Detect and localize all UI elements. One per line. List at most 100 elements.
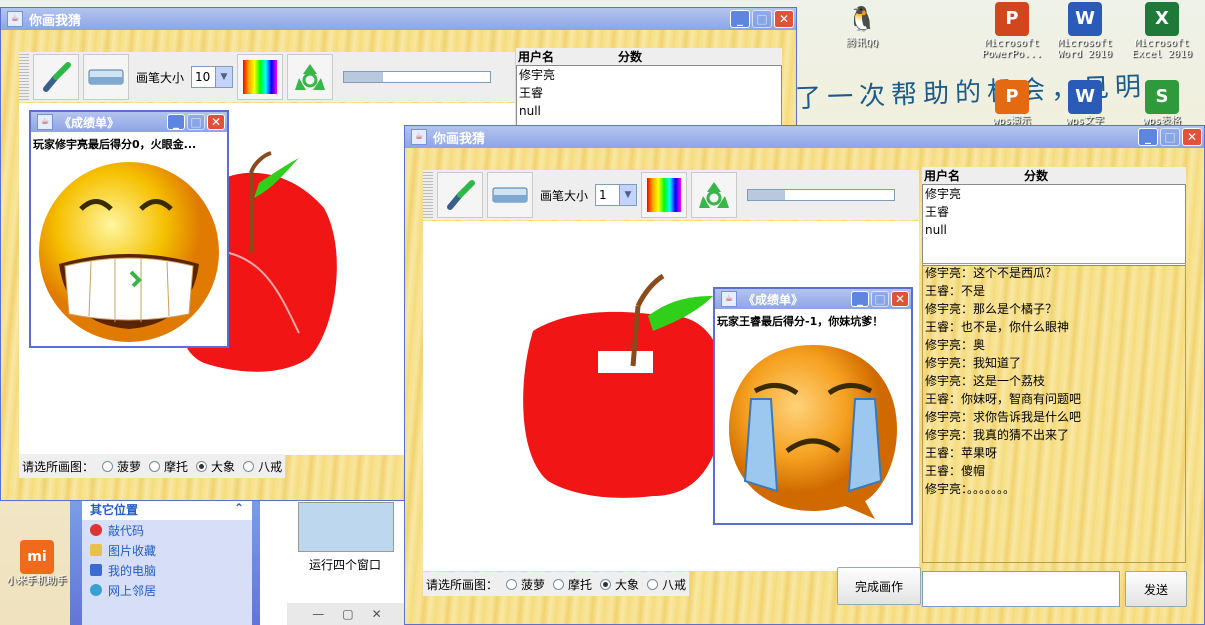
file-label[interactable]: 运行四个窗口 xyxy=(285,556,405,573)
radio-button[interactable] xyxy=(149,460,161,472)
radio-option-motorcycle[interactable]: 摩托 xyxy=(149,458,188,475)
radio-button-selected[interactable] xyxy=(196,460,208,472)
desktop-icon-wps-spreadsheet[interactable]: S wps表格 xyxy=(1127,80,1197,127)
clear-canvas-button[interactable] xyxy=(691,172,738,218)
toolbar-grip[interactable] xyxy=(423,172,433,218)
finish-drawing-button[interactable]: 完成画作 xyxy=(837,567,921,605)
user-list[interactable]: 修宇亮 王睿 null xyxy=(516,65,782,131)
chat-message: 修宇亮：那么是个橘子？ xyxy=(925,302,1058,316)
recycle-icon xyxy=(699,182,730,208)
maximize-button[interactable]: □ xyxy=(187,114,205,130)
maximize-button[interactable]: □ xyxy=(752,10,772,28)
eraser-tool-button[interactable] xyxy=(83,54,129,100)
place-item[interactable]: 图片收藏 xyxy=(82,540,252,560)
list-item[interactable]: 王睿 xyxy=(517,84,781,102)
chevron-down-icon[interactable]: ▼ xyxy=(215,67,233,87)
desktop-icon-powerpoint[interactable]: P Microsoft PowerPo... xyxy=(977,2,1047,60)
background-window-controls: — ▢ ✕ xyxy=(287,603,407,625)
desktop-icon-excel[interactable]: X Microsoft Excel 2010 xyxy=(1127,2,1197,60)
user-list[interactable]: 修宇亮 王睿 null xyxy=(922,184,1186,266)
desktop-icon-label: Microsoft PowerPo... xyxy=(981,38,1043,60)
chat-message: 王睿：苹果呀 xyxy=(925,446,998,460)
collapse-icon[interactable]: ⌃ xyxy=(234,501,244,517)
radio-button[interactable] xyxy=(506,578,518,590)
computer-icon xyxy=(90,564,102,576)
brush-tool-button[interactable] xyxy=(33,54,79,100)
close-button[interactable]: ✕ xyxy=(774,10,794,28)
panel-header[interactable]: 其它位置 ⌃ xyxy=(82,498,252,520)
network-icon xyxy=(90,584,102,596)
desktop-icon-mi-assistant[interactable]: mi 小米手机助手 xyxy=(2,540,72,587)
list-item[interactable]: 修宇亮 xyxy=(517,66,781,84)
list-item[interactable]: null xyxy=(517,102,781,120)
minimize-button[interactable]: _ xyxy=(730,10,750,28)
close-button[interactable]: ✕ xyxy=(1182,128,1202,146)
choose-label: 请选所画图： xyxy=(426,577,499,592)
eraser-icon xyxy=(492,187,528,203)
score-dialog-1: ☕ 《成绩单》 _ □ ✕ 玩家修宇亮最后得分0，火眼金... xyxy=(29,110,229,348)
brush-size-label: 画笔大小 xyxy=(540,188,589,203)
radio-option-elephant[interactable]: 大象 xyxy=(600,576,639,593)
maximize-button[interactable]: □ xyxy=(1160,128,1180,146)
grin-face-icon xyxy=(39,162,219,342)
minimize-button[interactable]: _ xyxy=(167,114,185,130)
maximize-button[interactable]: □ xyxy=(871,291,889,307)
desktop-icon-label: 腾讯QQ xyxy=(845,38,879,49)
recycle-icon xyxy=(295,64,326,90)
close-icon[interactable]: ✕ xyxy=(372,607,382,621)
close-button[interactable]: ✕ xyxy=(207,114,225,130)
brush-size-select[interactable]: 10 ▼ xyxy=(191,66,234,88)
radio-button-selected[interactable] xyxy=(600,578,612,590)
dialog-title: 《成绩单》 xyxy=(743,292,804,307)
color-picker-button[interactable] xyxy=(641,172,688,218)
place-item[interactable]: 敲代码 xyxy=(82,520,252,540)
chat-input[interactable] xyxy=(922,571,1120,607)
radio-option-bajie[interactable]: 八戒 xyxy=(647,576,686,593)
chat-message: 王睿：你妹呀，智商有问题吧 xyxy=(925,392,1082,406)
score-message: 玩家修宇亮最后得分0，火眼金... xyxy=(33,138,197,151)
minimize-icon[interactable]: — xyxy=(312,607,324,621)
dialog-titlebar[interactable]: ☕ 《成绩单》 _ □ ✕ xyxy=(715,289,911,309)
chevron-down-icon[interactable]: ▼ xyxy=(619,185,637,205)
radio-option-pineapple[interactable]: 菠萝 xyxy=(506,576,545,593)
list-item[interactable]: 王睿 xyxy=(923,203,1185,221)
radio-option-bajie[interactable]: 八戒 xyxy=(243,458,282,475)
maximize-icon[interactable]: ▢ xyxy=(342,607,353,621)
desktop-icon-qq[interactable]: 🐧 腾讯QQ xyxy=(827,2,897,49)
brush-size-select[interactable]: 1 ▼ xyxy=(595,184,638,206)
minimize-button[interactable]: _ xyxy=(851,291,869,307)
desktop-icon-wps-presentation[interactable]: P wps演示 xyxy=(977,80,1047,127)
dialog-titlebar[interactable]: ☕ 《成绩单》 _ □ ✕ xyxy=(31,112,227,132)
radio-button[interactable] xyxy=(243,460,255,472)
eraser-tool-button[interactable] xyxy=(487,172,533,218)
column-username: 用户名 xyxy=(518,50,555,64)
list-item[interactable]: null xyxy=(923,221,1185,239)
place-item[interactable]: 我的电脑 xyxy=(82,560,252,580)
radio-option-elephant[interactable]: 大象 xyxy=(196,458,235,475)
send-button[interactable]: 发送 xyxy=(1125,571,1187,607)
radio-option-pineapple[interactable]: 菠萝 xyxy=(102,458,141,475)
desktop-icon-wps-writer[interactable]: W wps文字 xyxy=(1050,80,1120,127)
radio-button[interactable] xyxy=(553,578,565,590)
clear-canvas-button[interactable] xyxy=(287,54,334,100)
window-titlebar[interactable]: ☕ 你画我猜 _ □ ✕ xyxy=(1,8,796,30)
desktop-icon-word[interactable]: W Microsoft Word 2010 xyxy=(1050,2,1120,60)
radio-option-motorcycle[interactable]: 摩托 xyxy=(553,576,592,593)
brush-tool-button[interactable] xyxy=(437,172,483,218)
file-thumbnail[interactable] xyxy=(298,502,394,552)
list-item[interactable]: 修宇亮 xyxy=(923,185,1185,203)
chat-message: 修宇亮：这个不是西瓜？ xyxy=(925,266,1058,280)
chat-message: 王睿：也不是，你什么眼神 xyxy=(925,320,1070,334)
window-titlebar[interactable]: ☕ 你画我猜 _ □ ✕ xyxy=(405,126,1204,148)
minimize-button[interactable]: _ xyxy=(1138,128,1158,146)
answer-radio-group: 请选所画图： 菠萝 摩托 大象 八戒 xyxy=(423,572,690,596)
radio-button[interactable] xyxy=(102,460,114,472)
color-picker-button[interactable] xyxy=(237,54,284,100)
radio-button[interactable] xyxy=(647,578,659,590)
wps-writer-icon: W xyxy=(1068,80,1102,114)
userlist-header: 用户名 分数 xyxy=(516,48,782,65)
toolbar-grip[interactable] xyxy=(19,54,29,100)
chat-log[interactable]: 修宇亮：这个不是西瓜？ 王睿：不是 修宇亮：那么是个橘子？ 王睿：也不是，你什么… xyxy=(922,263,1186,563)
close-button[interactable]: ✕ xyxy=(891,291,909,307)
place-item[interactable]: 网上邻居 xyxy=(82,580,252,600)
